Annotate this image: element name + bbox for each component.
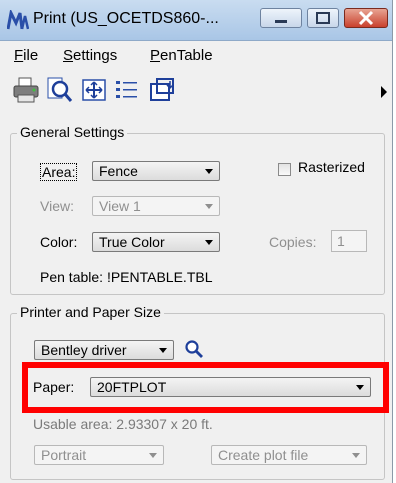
menu-pentable[interactable]: PenTable bbox=[150, 47, 213, 64]
toolbar bbox=[0, 70, 392, 110]
maximize-button[interactable] bbox=[307, 8, 339, 28]
chevron-down-icon bbox=[352, 453, 360, 458]
print-dialog: Print (US_OCETDS860-... File Settings Pe… bbox=[0, 0, 393, 483]
color-select[interactable]: True Color bbox=[92, 232, 220, 252]
close-icon bbox=[358, 10, 374, 26]
chevron-down-icon bbox=[159, 348, 167, 353]
list-icon[interactable] bbox=[113, 76, 141, 104]
copies-input[interactable]: 1 bbox=[331, 230, 367, 252]
chevron-down-icon bbox=[205, 169, 213, 174]
view-label: View: bbox=[40, 198, 74, 214]
fence-icon[interactable] bbox=[148, 76, 176, 104]
search-icon[interactable] bbox=[183, 338, 205, 360]
title-bar[interactable]: Print (US_OCETDS860-... bbox=[0, 0, 392, 41]
maximize-area-icon[interactable] bbox=[80, 76, 108, 104]
menu-bar: File Settings PenTable bbox=[0, 43, 392, 69]
minimize-button[interactable] bbox=[260, 8, 302, 28]
general-settings-group: General Settings Area: Fence Rasterized … bbox=[10, 124, 385, 295]
rasterized-checkbox[interactable] bbox=[278, 163, 291, 176]
paper-highlight-box bbox=[22, 362, 389, 413]
pen-table-text: Pen table: !PENTABLE.TBL bbox=[40, 269, 213, 285]
microstation-logo-icon bbox=[7, 10, 29, 30]
area-select-value: Fence bbox=[99, 163, 138, 179]
printer-driver-value: Bentley driver bbox=[41, 342, 127, 358]
printer-paper-title: Printer and Paper Size bbox=[17, 304, 164, 320]
color-select-value: True Color bbox=[99, 234, 165, 250]
menu-file[interactable]: File bbox=[14, 47, 38, 64]
printer-icon[interactable] bbox=[12, 76, 40, 104]
orientation-select[interactable]: Portrait bbox=[34, 445, 164, 465]
output-select[interactable]: Create plot file bbox=[211, 445, 367, 465]
chevron-down-icon bbox=[205, 240, 213, 245]
copies-label: Copies: bbox=[269, 234, 317, 250]
window-title: Print (US_OCETDS860-... bbox=[33, 10, 219, 27]
area-select[interactable]: Fence bbox=[92, 161, 220, 181]
toolbar-overflow-icon[interactable] bbox=[381, 86, 387, 98]
usable-area-text: Usable area: 2.93307 x 20 ft. bbox=[33, 416, 213, 432]
general-settings-title: General Settings bbox=[17, 124, 128, 140]
close-button[interactable] bbox=[344, 8, 388, 28]
preview-icon[interactable] bbox=[45, 76, 73, 104]
minimize-icon bbox=[275, 20, 287, 23]
view-select[interactable]: View 1 bbox=[92, 196, 220, 216]
maximize-icon bbox=[316, 12, 330, 24]
printer-driver-select[interactable]: Bentley driver bbox=[34, 340, 174, 360]
view-select-value: View 1 bbox=[99, 198, 141, 214]
rasterized-label: Rasterized bbox=[298, 159, 365, 175]
orientation-value: Portrait bbox=[41, 447, 87, 463]
area-label: Area: bbox=[40, 163, 78, 181]
color-label: Color: bbox=[40, 234, 78, 250]
chevron-down-icon bbox=[205, 204, 213, 209]
output-value: Create plot file bbox=[218, 447, 309, 463]
menu-settings[interactable]: Settings bbox=[63, 47, 117, 64]
chevron-down-icon bbox=[149, 453, 157, 458]
